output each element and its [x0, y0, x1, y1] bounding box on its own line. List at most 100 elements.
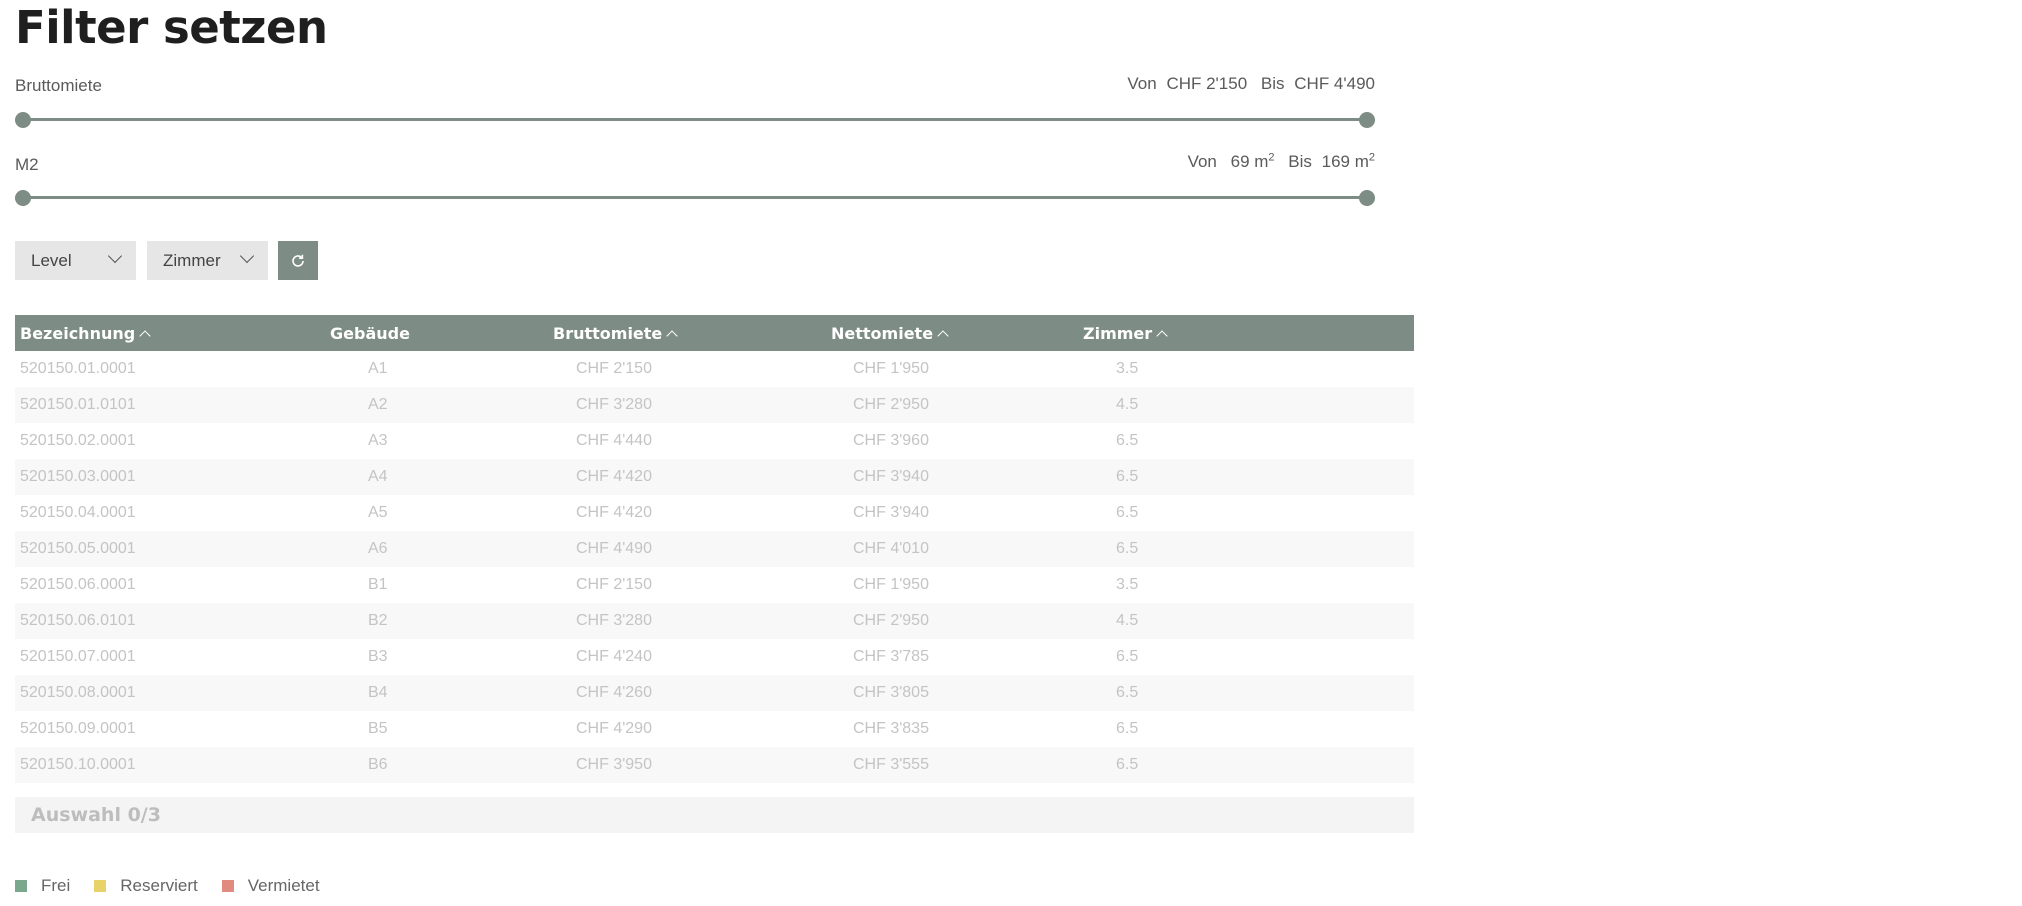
rent-slider-min-handle[interactable]	[15, 112, 31, 128]
cell-bezeichnung: 520150.01.0001	[20, 360, 136, 377]
cell-nettomiete: CHF 3'940	[853, 504, 929, 521]
cell-zimmer: 4.5	[1116, 612, 1139, 629]
legend-swatch	[15, 880, 27, 892]
cell-zimmer: 6.5	[1116, 540, 1139, 557]
sort-ascending-icon	[1156, 329, 1168, 342]
cell-zimmer: 6.5	[1116, 648, 1139, 665]
table-row[interactable]: 520150.06.0101 B2 CHF 3'280 CHF 2'950 4.5	[15, 603, 1414, 639]
cell-zimmer: 6.5	[1116, 684, 1139, 701]
rooms-dropdown[interactable]: Zimmer	[147, 241, 268, 280]
table-row[interactable]: 520150.03.0001 A4 CHF 4'420 CHF 3'940 6.5	[15, 459, 1414, 495]
column-header-nettomiete[interactable]: Nettomiete	[831, 315, 1083, 351]
table-row[interactable]: 520150.05.0001 A6 CHF 4'490 CHF 4'010 6.5	[15, 531, 1414, 567]
page-title: Filter setzen	[15, 1, 328, 54]
cell-nettomiete: CHF 2'950	[853, 612, 929, 629]
legend-item: Reserviert	[94, 876, 198, 896]
rent-range-filter: Bruttomiete Von CHF 2'150 Bis CHF 4'490	[15, 74, 1375, 128]
cell-zimmer: 3.5	[1116, 360, 1139, 377]
cell-gebaeude: B4	[368, 684, 388, 701]
area-to-value: 169 m2	[1321, 151, 1375, 171]
cell-nettomiete: CHF 1'950	[853, 576, 929, 593]
area-from-label: Von	[1187, 151, 1217, 171]
chevron-down-icon	[107, 248, 123, 264]
rent-slider-max-handle[interactable]	[1359, 112, 1375, 128]
area-slider-track[interactable]	[23, 196, 1367, 199]
level-dropdown-label: Level	[31, 251, 72, 270]
legend-item: Vermietet	[221, 876, 320, 896]
cell-bruttomiete: CHF 4'290	[576, 720, 652, 737]
cell-gebaeude: A6	[368, 540, 388, 557]
column-header-bruttomiete[interactable]: Bruttomiete	[553, 315, 831, 351]
chevron-down-icon	[239, 248, 255, 264]
rent-from-label: Von	[1127, 74, 1157, 93]
cell-bezeichnung: 520150.03.0001	[20, 468, 136, 485]
cell-gebaeude: B5	[368, 720, 388, 737]
table-body: 520150.01.0001 A1 CHF 2'150 CHF 1'950 3.5 520…	[15, 351, 1414, 783]
rent-range-values: Von CHF 2'150 Bis CHF 4'490	[1122, 74, 1375, 94]
cell-bezeichnung: 520150.10.0001	[20, 756, 136, 773]
legend-label: Reserviert	[120, 876, 198, 895]
table-header-row: Bezeichnung Gebäude Bruttomiete Nettomie…	[15, 315, 1414, 351]
cell-bezeichnung: 520150.08.0001	[20, 684, 136, 701]
cell-bruttomiete: CHF 3'280	[576, 396, 652, 413]
status-legend: Frei Reserviert Vermietet	[15, 876, 344, 897]
cell-nettomiete: CHF 3'555	[853, 756, 929, 773]
refresh-icon	[292, 254, 304, 267]
cell-bezeichnung: 520150.09.0001	[20, 720, 136, 737]
area-slider-max-handle[interactable]	[1359, 190, 1375, 206]
column-header-bezeichnung[interactable]: Bezeichnung	[15, 315, 330, 351]
table-row[interactable]: 520150.04.0001 A5 CHF 4'420 CHF 3'940 6.5	[15, 495, 1414, 531]
cell-gebaeude: A3	[368, 432, 388, 449]
cell-gebaeude: A1	[368, 360, 388, 377]
cell-bezeichnung: 520150.07.0001	[20, 648, 136, 665]
rent-to-label: Bis	[1260, 74, 1285, 93]
cell-bezeichnung: 520150.05.0001	[20, 540, 136, 557]
cell-zimmer: 4.5	[1116, 396, 1139, 413]
rooms-dropdown-label: Zimmer	[163, 251, 221, 270]
rent-to-value: CHF 4'490	[1294, 74, 1375, 93]
level-dropdown[interactable]: Level	[15, 241, 136, 280]
legend-swatch	[94, 880, 107, 892]
legend-label: Vermietet	[247, 876, 320, 895]
cell-gebaeude: A5	[368, 504, 388, 521]
area-to-label: Bis	[1288, 151, 1312, 171]
legend-item: Frei	[15, 876, 70, 896]
cell-bezeichnung: 520150.02.0001	[20, 432, 136, 449]
rent-from-value: CHF 2'150	[1166, 74, 1248, 93]
column-header-zimmer[interactable]: Zimmer	[1083, 315, 1414, 351]
cell-bruttomiete: CHF 4'420	[576, 468, 652, 485]
cell-nettomiete: CHF 4'010	[853, 540, 929, 557]
cell-bruttomiete: CHF 4'490	[576, 540, 652, 557]
table-row[interactable]: 520150.08.0001 B4 CHF 4'260 CHF 3'805 6.5	[15, 675, 1414, 711]
cell-bezeichnung: 520150.01.0101	[20, 396, 136, 413]
cell-zimmer: 6.5	[1116, 720, 1139, 737]
sort-ascending-icon	[139, 329, 151, 342]
cell-gebaeude: A2	[368, 396, 388, 413]
legend-swatch	[221, 880, 234, 892]
cell-bezeichnung: 520150.04.0001	[20, 504, 136, 521]
table-row[interactable]: 520150.01.0001 A1 CHF 2'150 CHF 1'950 3.5	[15, 351, 1414, 387]
cell-nettomiete: CHF 3'785	[853, 648, 929, 665]
table-row[interactable]: 520150.07.0001 B3 CHF 4'240 CHF 3'785 6.5	[15, 639, 1414, 675]
cell-zimmer: 6.5	[1116, 504, 1139, 521]
table-row[interactable]: 520150.02.0001 A3 CHF 4'440 CHF 3'960 6.5	[15, 423, 1414, 459]
cell-bruttomiete: CHF 2'150	[576, 576, 652, 593]
apartments-table: Bezeichnung Gebäude Bruttomiete Nettomie…	[15, 315, 1414, 783]
area-slider-min-handle[interactable]	[15, 190, 31, 206]
cell-zimmer: 6.5	[1116, 432, 1139, 449]
reset-filters-button[interactable]	[278, 241, 318, 280]
sort-ascending-icon	[666, 329, 678, 342]
cell-nettomiete: CHF 3'960	[853, 432, 929, 449]
cell-bruttomiete: CHF 3'950	[576, 756, 652, 773]
table-row[interactable]: 520150.01.0101 A2 CHF 3'280 CHF 2'950 4.5	[15, 387, 1414, 423]
rent-slider-track[interactable]	[23, 118, 1367, 121]
cell-nettomiete: CHF 2'950	[853, 396, 929, 413]
table-row[interactable]: 520150.10.0001 B6 CHF 3'950 CHF 3'555 6.5	[15, 747, 1414, 783]
area-range-filter: M2 Von 69 m2 Bis 169 m2	[15, 151, 1375, 206]
rent-range-label: Bruttomiete	[15, 76, 102, 95]
cell-bezeichnung: 520150.06.0001	[20, 576, 136, 593]
table-row[interactable]: 520150.06.0001 B1 CHF 2'150 CHF 1'950 3.5	[15, 567, 1414, 603]
legend-label: Frei	[41, 876, 71, 895]
table-row[interactable]: 520150.09.0001 B5 CHF 4'290 CHF 3'835 6.5	[15, 711, 1414, 747]
cell-zimmer: 3.5	[1116, 576, 1139, 593]
